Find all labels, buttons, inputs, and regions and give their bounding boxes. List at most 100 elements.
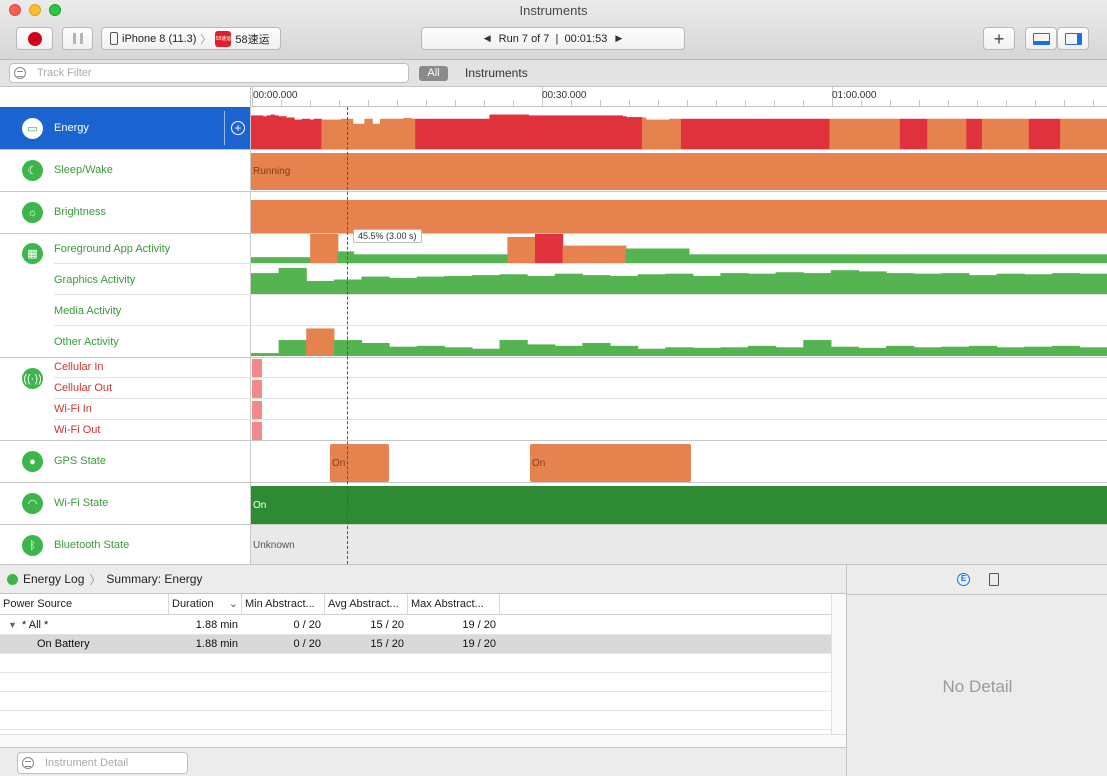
previous-run-icon[interactable]: ◀ (484, 33, 491, 44)
track-header-brightness[interactable]: ☼ Brightness (0, 192, 251, 233)
track-network[interactable]: ((·)) Cellular In Cellular Out Wi-Fi In … (0, 358, 1107, 441)
track-name-brightness: Brightness (54, 206, 106, 218)
graphics-activity-bar (286, 267, 292, 294)
gps-on-segment[interactable]: On (530, 444, 691, 482)
target-device-selector[interactable]: iPhone 8 (11.3) 〉 58速运 58速运 (101, 27, 281, 50)
column-max[interactable]: Max Abstract... (408, 594, 500, 615)
track-header-gps[interactable]: ● GPS State (0, 441, 251, 482)
gps-on-segment[interactable]: On (330, 444, 389, 482)
foreground-activity-bar (732, 254, 737, 263)
foreground-activity-bar (389, 254, 394, 263)
energy-bar (974, 118, 979, 149)
column-duration[interactable]: Duration ⌄ (169, 594, 242, 615)
toggle-inspector-button[interactable] (1057, 27, 1089, 50)
graphics-activity-bar (779, 272, 785, 294)
energy-bar (602, 115, 608, 149)
graphics-activity-bar (740, 273, 745, 294)
timeline-ruler[interactable]: 00:00.000 00:30.000 01:00.000 (0, 86, 1107, 107)
toggle-detail-area-button[interactable] (1025, 27, 1057, 50)
ruler-label-0: 00:00.000 (253, 90, 298, 101)
foreground-activity-bar (393, 254, 398, 263)
other-activity-bar (684, 347, 690, 356)
energy-bar (329, 119, 334, 149)
breadcrumb-summary[interactable]: Summary: Energy (106, 572, 202, 586)
track-sleep-wake[interactable]: ☾ Sleep/Wake Running (0, 150, 1107, 192)
table-row[interactable]: On Battery 1.88 min 0 / 20 15 / 20 19 / … (0, 635, 831, 654)
energy-bar (755, 118, 760, 149)
energy-bar (684, 118, 690, 149)
foreground-activity-bar (503, 254, 508, 263)
foreground-activity-bar (570, 245, 576, 263)
wifi-out-mark[interactable] (252, 422, 262, 440)
track-gps[interactable]: ● GPS State On On (0, 441, 1107, 483)
wifi-state-band[interactable]: On (251, 486, 1107, 524)
graphics-activity-bar (1028, 274, 1033, 294)
document-icon[interactable] (989, 573, 999, 586)
instrument-detail-filter-input[interactable] (17, 752, 188, 774)
scope-all-button[interactable]: All (419, 66, 448, 81)
cpu-activity-graph[interactable] (251, 234, 1107, 357)
other-activity-bar (755, 345, 761, 356)
run-navigator[interactable]: ◀ Run 7 of 7 | 00:01:53 ▶ (421, 27, 685, 50)
other-activity-bar (546, 344, 552, 356)
energy-bar (442, 118, 448, 149)
other-activity-bar (692, 347, 698, 356)
table-vertical-scrollbar[interactable] (831, 594, 846, 734)
add-track-icon[interactable]: + (231, 121, 245, 135)
track-header-energy[interactable]: ▭ Energy + (0, 107, 251, 149)
foreground-activity-bar (479, 254, 485, 263)
energy-graph[interactable] (251, 107, 1107, 149)
energy-bar (555, 115, 561, 149)
column-min[interactable]: Min Abstract... (242, 594, 325, 615)
table-horizontal-scrollbar[interactable] (0, 734, 846, 747)
energy-bar (489, 114, 494, 149)
other-activity-bar (262, 353, 268, 356)
lane-divider (251, 377, 1107, 378)
extended-detail-icon[interactable]: E (957, 573, 970, 586)
add-instrument-button[interactable]: + (983, 27, 1015, 50)
track-wifi-state[interactable]: ◠ Wi-Fi State On (0, 483, 1107, 525)
track-bluetooth[interactable]: ᛒ Bluetooth State Unknown (0, 525, 1107, 566)
other-activity-bar (854, 346, 860, 356)
track-filter-input[interactable] (9, 63, 409, 83)
sleep-wake-band[interactable]: Running (251, 153, 1107, 190)
cellular-out-mark[interactable] (252, 380, 262, 398)
disclosure-triangle-icon[interactable]: ▼ (8, 616, 17, 635)
foreground-activity-bar (381, 254, 386, 263)
graphics-activity-bar (566, 273, 572, 294)
breadcrumb-energy-log[interactable]: Energy Log (23, 572, 84, 586)
energy-bar (841, 118, 846, 149)
other-activity-bar (361, 342, 366, 356)
other-activity-bar (968, 345, 974, 356)
energy-bar (567, 115, 573, 149)
track-header-wifi-state[interactable]: ◠ Wi-Fi State (0, 483, 251, 524)
other-activity-bar (641, 348, 647, 356)
pause-button[interactable] (62, 27, 93, 50)
track-header-cpu-activity[interactable]: ▦ Foreground App Activity Graphics Activ… (0, 234, 251, 357)
track-energy[interactable]: ▭ Energy + (0, 107, 1107, 150)
energy-bar (864, 118, 870, 149)
graphics-activity-bar (949, 273, 954, 294)
bluetooth-state-band[interactable]: Unknown (251, 525, 1107, 566)
energy-bar (849, 118, 854, 149)
wifi-in-mark[interactable] (252, 401, 262, 419)
other-activity-bar (972, 345, 978, 356)
foreground-activity-bar (404, 254, 410, 263)
cellular-in-mark[interactable] (252, 359, 262, 377)
track-cpu-activity[interactable]: ▦ Foreground App Activity Graphics Activ… (0, 234, 1107, 358)
track-header-network[interactable]: ((·)) Cellular In Cellular Out Wi-Fi In … (0, 358, 251, 440)
scope-instruments-button[interactable]: Instruments (465, 66, 528, 80)
foreground-activity-bar (258, 257, 264, 263)
other-activity-bar (661, 348, 666, 356)
record-button[interactable] (16, 27, 53, 50)
column-avg[interactable]: Avg Abstract... (325, 594, 408, 615)
table-row[interactable]: ▼ * All * 1.88 min 0 / 20 15 / 20 19 / 2… (0, 616, 831, 635)
track-header-bluetooth[interactable]: ᛒ Bluetooth State (0, 525, 251, 564)
graphics-activity-bar (602, 275, 607, 294)
track-header-sleep-wake[interactable]: ☾ Sleep/Wake (0, 150, 251, 191)
graphics-activity-bar (1043, 274, 1049, 294)
inspection-cursor[interactable] (347, 107, 348, 564)
next-run-icon[interactable]: ▶ (615, 33, 622, 44)
track-brightness[interactable]: ☼ Brightness (0, 192, 1107, 234)
column-power-source[interactable]: Power Source (0, 594, 169, 615)
